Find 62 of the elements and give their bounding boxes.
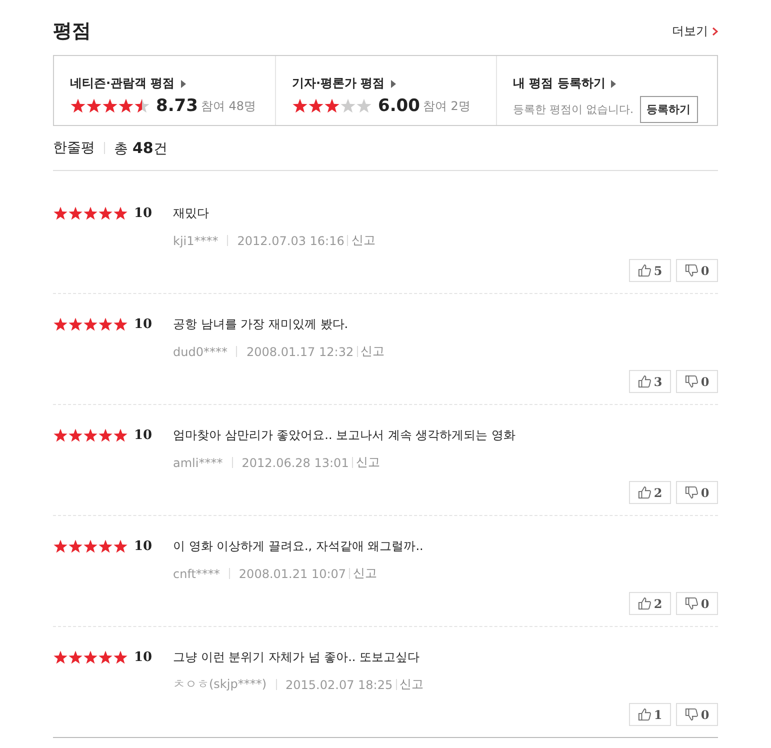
like-button[interactable]: 5 <box>629 259 671 282</box>
rating-category-link[interactable]: 기자·평론가 평점 <box>292 75 396 92</box>
participant-count: 참여 2명 <box>422 98 470 114</box>
section-title: 평점 <box>53 19 91 44</box>
like-button[interactable]: 2 <box>629 592 671 615</box>
report-link[interactable]: 신고 <box>400 676 424 693</box>
thumbs-up-icon <box>638 375 651 388</box>
review-date: 2012.07.03 16:16 <box>237 234 344 248</box>
review-text: 공항 남녀를 가장 재미있께 봤다. <box>173 316 350 333</box>
average-score: 6.00 <box>378 96 420 116</box>
review-score: 10 <box>134 206 152 221</box>
like-button[interactable]: 1 <box>629 703 671 726</box>
reviews-heading: 한줄평 <box>53 139 95 157</box>
thumbs-down-icon <box>684 597 698 610</box>
average-score: 8.73 <box>156 96 198 116</box>
reviewer-id: ㅊㅇㅎ(skjp****) <box>173 676 267 693</box>
triangle-right-icon <box>390 80 396 88</box>
like-button[interactable]: 2 <box>629 481 671 504</box>
thumbs-down-icon <box>684 375 698 388</box>
chevron-right-icon <box>712 26 718 36</box>
review-text: 이 영화 이상하게 끌려요., 자석같애 왜그럴까.. <box>173 538 424 555</box>
review-score: 10 <box>134 539 152 554</box>
rating-category-link[interactable]: 내 평점 등록하기 <box>513 75 616 92</box>
review-score: 10 <box>134 428 152 443</box>
thumbs-up-icon <box>638 264 651 277</box>
participant-count: 참여 48명 <box>200 98 256 114</box>
review-text: 재밌다 <box>173 205 210 222</box>
thumbs-down-icon <box>684 264 698 277</box>
thumbs-up-icon <box>638 597 651 610</box>
thumbs-down-icon <box>684 708 698 721</box>
no-rating-message: 등록한 평점이 없습니다. <box>513 102 634 117</box>
review-text: 그냥 이런 분위기 자체가 넘 좋아.. 또보고싶다 <box>173 649 421 666</box>
thumbs-down-icon <box>684 486 698 499</box>
report-link[interactable]: 신고 <box>356 454 380 471</box>
review-text: 엄마찾아 삼만리가 좋았어요.. 보고나서 계속 생각하게되는 영화 <box>173 427 517 444</box>
thumbs-up-icon <box>638 708 651 721</box>
thumbs-up-icon <box>638 486 651 499</box>
rating-category-link[interactable]: 네티즌·관람객 평점 <box>70 75 186 92</box>
dislike-button[interactable]: 0 <box>676 370 718 393</box>
reviewer-id: dud0**** <box>173 344 228 358</box>
report-link[interactable]: 신고 <box>360 343 385 360</box>
review-date: 2015.02.07 18:25 <box>286 678 393 692</box>
dislike-button[interactable]: 0 <box>676 259 718 282</box>
review-date: 2008.01.21 10:07 <box>238 566 346 580</box>
review-score: 10 <box>134 317 152 332</box>
dislike-button[interactable]: 0 <box>676 703 718 726</box>
review-total: 총 48건 <box>114 138 168 158</box>
triangle-right-icon <box>180 80 186 88</box>
review-date: 2008.01.17 12:32 <box>246 344 354 358</box>
reviewer-id: cnft**** <box>173 566 220 580</box>
dislike-button[interactable]: 0 <box>676 481 718 504</box>
reviewer-id: kji1**** <box>173 234 218 248</box>
more-link[interactable]: 더보기 <box>672 22 718 40</box>
like-button[interactable]: 3 <box>629 370 671 393</box>
report-link[interactable]: 신고 <box>351 232 376 249</box>
reviewer-id: amli**** <box>173 456 223 470</box>
register-button[interactable]: 등록하기 <box>640 96 698 123</box>
report-link[interactable]: 신고 <box>353 565 378 582</box>
review-date: 2012.06.28 13:01 <box>242 456 349 470</box>
dislike-button[interactable]: 0 <box>676 592 718 615</box>
review-score: 10 <box>134 650 152 665</box>
triangle-right-icon <box>611 80 616 88</box>
